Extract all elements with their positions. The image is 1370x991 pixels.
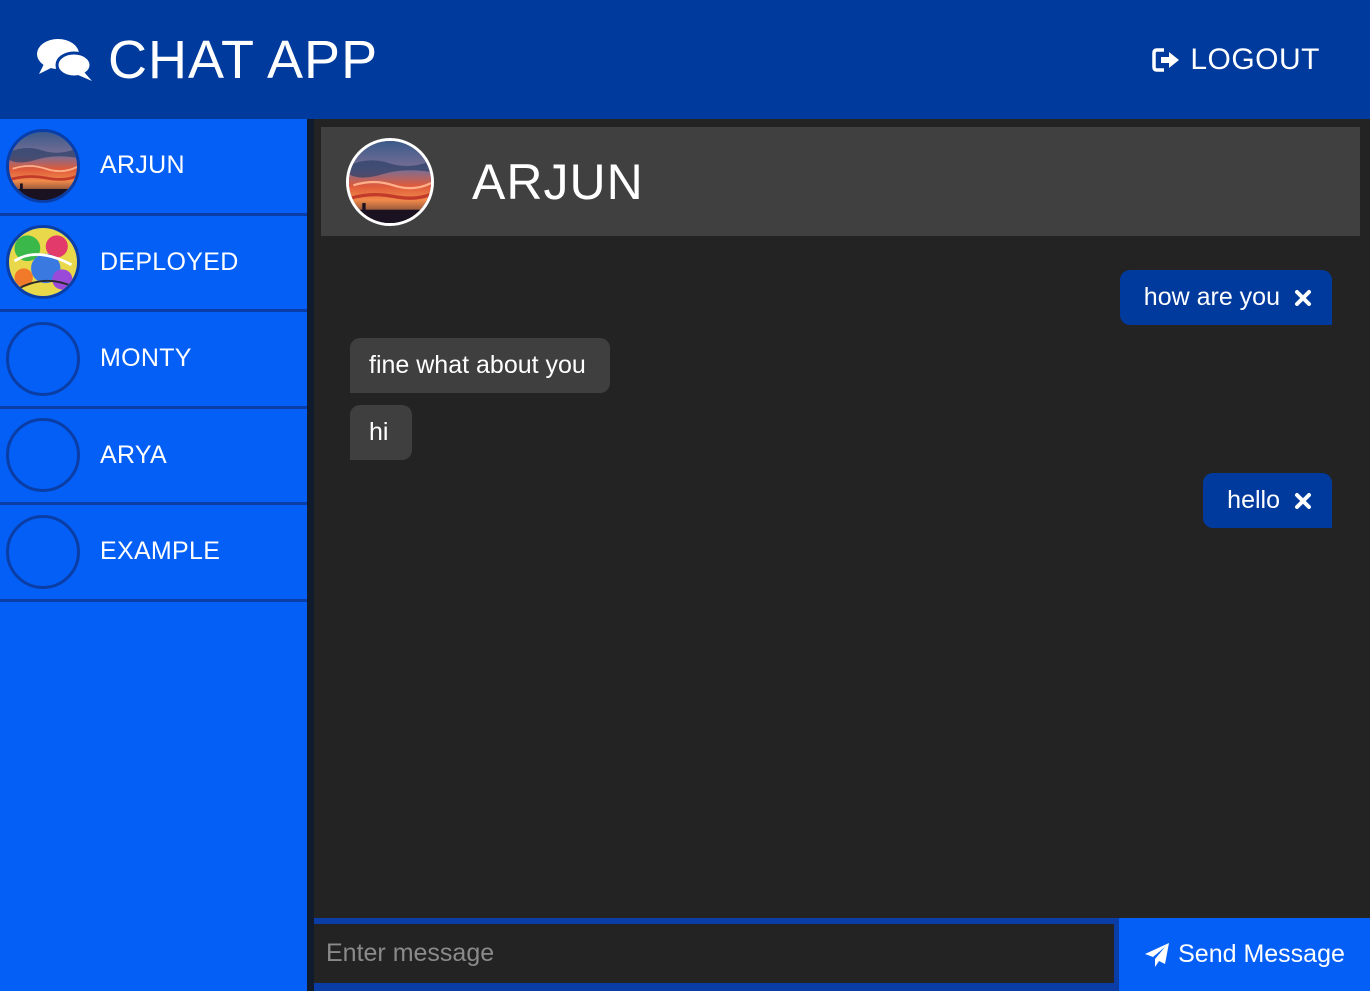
- chat-header: ARJUN: [321, 127, 1360, 236]
- contact-name: EXAMPLE: [100, 537, 221, 566]
- contacts-sidebar: ARJUN DEPLOYED MONTY ARYA EXAMPLE: [0, 119, 307, 991]
- avatar: [346, 137, 434, 226]
- contact-item-monty[interactable]: MONTY: [0, 312, 307, 409]
- logout-button[interactable]: LOGOUT: [1152, 43, 1320, 77]
- chat-contact-name: ARJUN: [472, 153, 644, 210]
- avatar: [6, 514, 80, 589]
- chat-pane: ARJUN how are you fine what about you hi…: [314, 119, 1370, 918]
- contact-name: MONTY: [100, 344, 192, 373]
- contact-name: DEPLOYED: [100, 247, 239, 276]
- send-message-button[interactable]: Send Message: [1119, 918, 1370, 991]
- comments-icon: [37, 38, 93, 81]
- brand: CHAT APP: [36, 33, 378, 87]
- message-text: hi: [369, 418, 389, 446]
- message-composer: Send Message: [314, 918, 1370, 991]
- app-header: CHAT APP LOGOUT: [0, 0, 1370, 119]
- sunset-avatar-image: [9, 131, 77, 200]
- pane-divider: [307, 119, 314, 991]
- message-incoming: fine what about you: [350, 338, 610, 393]
- avatar: [6, 128, 80, 203]
- contact-name: ARYA: [100, 440, 167, 469]
- contact-item-example[interactable]: EXAMPLE: [0, 505, 307, 602]
- logout-label: LOGOUT: [1190, 42, 1320, 76]
- message-outgoing: how are you: [1119, 270, 1332, 325]
- chat-app: CHAT APP LOGOUT ARJUN DEPLOYED MONTY ARY…: [0, 0, 1370, 991]
- times-icon[interactable]: [1294, 289, 1312, 307]
- avatar: [6, 321, 80, 396]
- sunset-avatar-image: [349, 140, 431, 223]
- contact-item-arya[interactable]: ARYA: [0, 409, 307, 505]
- avatar: [6, 225, 80, 300]
- message-text: fine what about you: [369, 351, 586, 379]
- message-outgoing: hello: [1203, 473, 1332, 528]
- times-icon[interactable]: [1294, 492, 1312, 510]
- send-button-label: Send Message: [1178, 940, 1345, 968]
- message-incoming: hi: [350, 405, 413, 460]
- app-title: CHAT APP: [108, 29, 379, 90]
- colorful-avatar-image: [9, 228, 77, 297]
- avatar: [6, 418, 80, 493]
- sign-out-icon: [1152, 47, 1180, 72]
- paper-plane-icon: [1145, 942, 1170, 967]
- contact-name: ARJUN: [100, 151, 185, 180]
- message-text: how are you: [1143, 283, 1280, 311]
- contact-item-deployed[interactable]: DEPLOYED: [0, 216, 307, 312]
- contact-item-arjun[interactable]: ARJUN: [0, 119, 307, 216]
- message-input[interactable]: [314, 924, 1114, 983]
- message-text: hello: [1227, 486, 1280, 514]
